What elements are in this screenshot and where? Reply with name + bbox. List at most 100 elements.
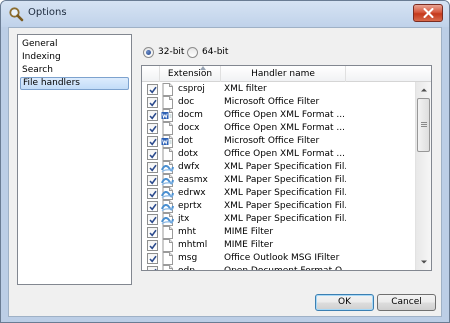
- radio-32bit[interactable]: 32-bit: [143, 46, 184, 58]
- checkmark-icon: [149, 177, 157, 185]
- extension-cell: mht: [178, 227, 196, 237]
- header-handler-label: Handler name: [251, 69, 315, 79]
- handler-name-cell: Office Open XML Format ...: [224, 149, 345, 159]
- checkmark-icon: [149, 242, 157, 250]
- extension-cell: docm: [178, 110, 203, 120]
- radio-64bit[interactable]: 64-bit: [187, 46, 228, 58]
- handler-name-cell: Office Outlook MSG IFilter: [224, 253, 340, 263]
- nav-item-file-handlers[interactable]: File handlers: [20, 77, 129, 90]
- extension-cell: msg: [178, 253, 198, 263]
- radio-32bit-button[interactable]: [143, 46, 154, 58]
- table-row[interactable]: easmx XML Paper Specification Fil...: [142, 174, 415, 187]
- title-bar[interactable]: Options: [1, 1, 449, 27]
- row-checkbox[interactable]: [147, 175, 158, 186]
- extension-cell: eprtx: [178, 201, 202, 211]
- table-row[interactable]: docx Office Open XML Format ...: [142, 122, 415, 135]
- checkmark-icon: [149, 86, 157, 94]
- row-checkbox[interactable]: [147, 253, 158, 264]
- table-row[interactable]: csproj XML filter: [142, 83, 415, 96]
- checkmark-icon: [149, 216, 157, 224]
- extension-cell: edrwx: [178, 188, 206, 198]
- row-checkbox[interactable]: [147, 84, 158, 95]
- xps-file-icon: [161, 200, 174, 213]
- table-row[interactable]: edrwx XML Paper Specification Fil...: [142, 187, 415, 200]
- checkmark-icon: [149, 164, 157, 172]
- row-checkbox[interactable]: [147, 136, 158, 147]
- table-row[interactable]: mhtml MIME Filter: [142, 239, 415, 252]
- header-filler: [346, 66, 431, 82]
- nav-item-indexing[interactable]: Indexing: [20, 51, 129, 64]
- extension-cell: csproj: [178, 84, 205, 94]
- blank-file-icon: [162, 122, 173, 135]
- table-row[interactable]: mht MIME Filter: [142, 226, 415, 239]
- row-checkbox[interactable]: [147, 162, 158, 173]
- table-row[interactable]: msg Office Outlook MSG IFilter: [142, 252, 415, 265]
- handler-name-cell: XML Paper Specification Fil...: [224, 214, 346, 224]
- table-header: Extension Handler name: [142, 66, 431, 82]
- file-handlers-table: Extension Handler name csproj XML filter d…: [141, 65, 432, 271]
- extension-cell: dotx: [178, 149, 199, 159]
- row-checkbox[interactable]: [147, 240, 158, 251]
- word-file-icon: [161, 135, 173, 148]
- table-row[interactable]: doc Microsoft Office Filter: [142, 96, 415, 109]
- header-extension[interactable]: Extension: [160, 66, 221, 82]
- table-row[interactable]: jtx XML Paper Specification Fil...: [142, 213, 415, 226]
- handler-name-cell: Open Document Format O...: [224, 266, 346, 271]
- vertical-scrollbar[interactable]: [415, 82, 431, 270]
- blank-file-icon: [162, 226, 173, 239]
- handler-name-cell: XML Paper Specification Fil...: [224, 175, 346, 185]
- row-checkbox[interactable]: [147, 97, 158, 108]
- extension-cell: dwfx: [178, 162, 200, 172]
- scroll-down-arrow-icon[interactable]: [416, 255, 432, 269]
- table-row[interactable]: docm Office Open XML Format ...: [142, 109, 415, 122]
- checkmark-icon: [149, 190, 157, 198]
- row-checkbox[interactable]: [147, 149, 158, 160]
- word-file-icon: [161, 109, 173, 122]
- odp-file-icon: [162, 265, 173, 270]
- xps-file-icon: [161, 187, 174, 200]
- close-button[interactable]: [413, 4, 443, 22]
- blank-file-icon: [162, 252, 173, 265]
- handler-name-cell: MIME Filter: [224, 227, 274, 237]
- table-row[interactable]: odp Open Document Format O...: [142, 265, 415, 271]
- row-checkbox[interactable]: [147, 201, 158, 212]
- table-row[interactable]: dotx Office Open XML Format ...: [142, 148, 415, 161]
- extension-cell: odp: [178, 266, 195, 271]
- ok-button[interactable]: OK: [315, 294, 374, 311]
- handler-name-cell: XML Paper Specification Fil...: [224, 188, 346, 198]
- header-extension-label: Extension: [167, 69, 213, 79]
- blank-file-icon: [162, 148, 173, 161]
- handler-name-cell: Office Open XML Format ...: [224, 123, 345, 133]
- checkmark-icon: [149, 125, 157, 133]
- extension-cell: jtx: [178, 214, 190, 224]
- nav-item-general[interactable]: General: [20, 38, 129, 51]
- checkmark-icon: [149, 151, 157, 159]
- header-checkbox-column[interactable]: [142, 66, 160, 82]
- table-row[interactable]: eprtx XML Paper Specification Fil...: [142, 200, 415, 213]
- row-checkbox[interactable]: [147, 110, 158, 121]
- handler-name-cell: XML Paper Specification Fil...: [224, 201, 346, 211]
- checkmark-icon: [149, 229, 157, 237]
- nav-item-search[interactable]: Search: [20, 64, 129, 77]
- xps-file-icon: [161, 213, 174, 226]
- sort-ascending-icon: [200, 66, 206, 70]
- row-checkbox[interactable]: [147, 214, 158, 225]
- cancel-button[interactable]: Cancel: [377, 294, 436, 311]
- radio-64bit-button[interactable]: [187, 46, 198, 58]
- scrollbar-thumb[interactable]: [417, 98, 430, 152]
- scroll-up-arrow-icon[interactable]: [416, 83, 432, 97]
- handler-name-cell: XML filter: [224, 84, 267, 94]
- row-checkbox[interactable]: [147, 266, 158, 270]
- row-checkbox[interactable]: [147, 188, 158, 199]
- category-list[interactable]: General Indexing Search File handlers: [17, 34, 132, 285]
- extension-cell: docx: [178, 123, 200, 133]
- table-row[interactable]: dot Microsoft Office Filter: [142, 135, 415, 148]
- checkmark-icon: [149, 99, 157, 107]
- header-handler-name[interactable]: Handler name: [221, 66, 346, 82]
- row-checkbox[interactable]: [147, 123, 158, 134]
- handler-name-cell: Microsoft Office Filter: [224, 136, 320, 146]
- magnifier-icon: [9, 7, 24, 22]
- row-checkbox[interactable]: [147, 227, 158, 238]
- handler-name-cell: Microsoft Office Filter: [224, 97, 320, 107]
- table-row[interactable]: dwfx XML Paper Specification Fil...: [142, 161, 415, 174]
